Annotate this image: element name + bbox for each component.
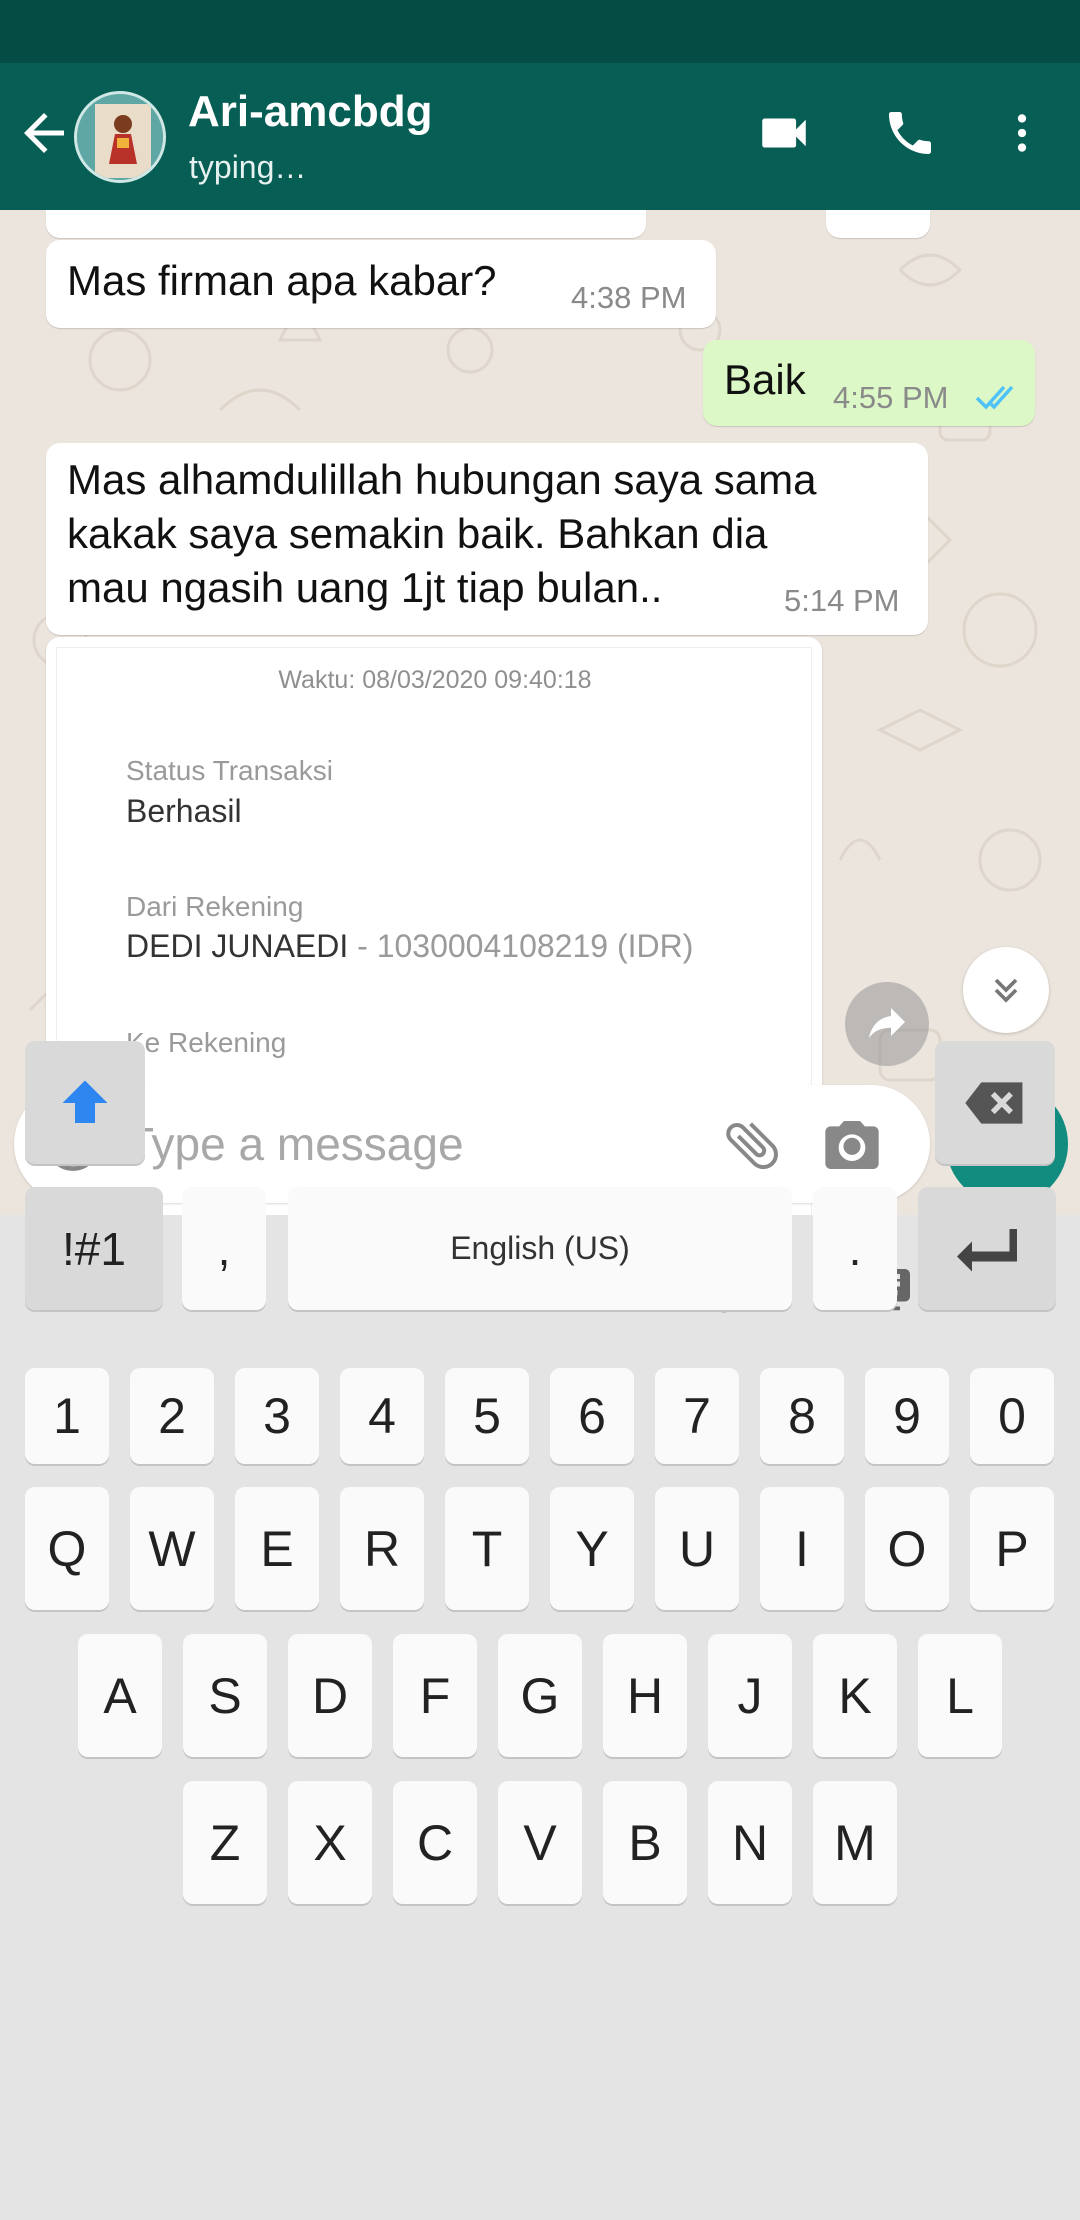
previous-message-bubble[interactable] bbox=[826, 210, 930, 238]
message-text-line: kakak saya semakin baik. Bahkan dia bbox=[67, 510, 768, 557]
receipt-from-name: DEDI JUNAEDI bbox=[126, 928, 349, 964]
chat-area[interactable]: Mas firman apa kabar? 4:38 PM Baik 4:55 … bbox=[0, 210, 1080, 1215]
receipt-status-value: Berhasil bbox=[126, 793, 242, 829]
message-time: 4:38 PM bbox=[571, 280, 687, 315]
key-0[interactable]: 0 bbox=[970, 1368, 1054, 1464]
key-l[interactable]: L bbox=[918, 1634, 1002, 1757]
key-9[interactable]: 9 bbox=[865, 1368, 949, 1464]
message-bubble-incoming[interactable]: Mas firman apa kabar? 4:38 PM bbox=[46, 240, 716, 328]
key-k[interactable]: K bbox=[813, 1634, 897, 1757]
key-5[interactable]: 5 bbox=[445, 1368, 529, 1464]
scroll-down-icon[interactable] bbox=[963, 947, 1049, 1033]
message-text: Baik bbox=[724, 356, 806, 403]
key-1[interactable]: 1 bbox=[25, 1368, 109, 1464]
key-y[interactable]: Y bbox=[550, 1487, 634, 1610]
key-x[interactable]: X bbox=[288, 1781, 372, 1904]
status-bar bbox=[0, 0, 1080, 63]
backspace-icon[interactable] bbox=[935, 1041, 1055, 1164]
video-call-icon[interactable] bbox=[752, 101, 816, 165]
key-3[interactable]: 3 bbox=[235, 1368, 319, 1464]
key-t[interactable]: T bbox=[445, 1487, 529, 1610]
receipt-from-label: Dari Rekening bbox=[126, 891, 304, 922]
enter-icon[interactable] bbox=[918, 1187, 1056, 1310]
key-o[interactable]: O bbox=[865, 1487, 949, 1610]
key-h[interactable]: H bbox=[603, 1634, 687, 1757]
space-key[interactable]: English (US) bbox=[288, 1187, 792, 1310]
back-arrow-icon[interactable] bbox=[14, 103, 74, 163]
key-w[interactable]: W bbox=[130, 1487, 214, 1610]
message-text-line: mau ngasih uang 1jt tiap bulan.. bbox=[67, 564, 663, 611]
key-8[interactable]: 8 bbox=[760, 1368, 844, 1464]
message-time: 5:14 PM bbox=[784, 583, 900, 618]
contact-status: typing… bbox=[189, 149, 307, 185]
message-text: Mas firman apa kabar? bbox=[67, 257, 497, 304]
camera-icon[interactable] bbox=[820, 1113, 884, 1177]
previous-message-bubble[interactable] bbox=[46, 210, 646, 238]
receipt-timestamp: Waktu: 08/03/2020 09:40:18 bbox=[278, 666, 592, 694]
key-4[interactable]: 4 bbox=[340, 1368, 424, 1464]
forward-icon[interactable] bbox=[845, 982, 929, 1066]
receipt-to-label: Ke Rekening bbox=[126, 1027, 287, 1058]
key-j[interactable]: J bbox=[708, 1634, 792, 1757]
key-i[interactable]: I bbox=[760, 1487, 844, 1610]
key-p[interactable]: P bbox=[970, 1487, 1054, 1610]
key-m[interactable]: M bbox=[813, 1781, 897, 1904]
key-f[interactable]: F bbox=[393, 1634, 477, 1757]
receipt-from-value: DEDI JUNAEDI - 1030004108219 (IDR) bbox=[126, 928, 693, 965]
message-input-container[interactable] bbox=[14, 1085, 930, 1203]
key-a[interactable]: A bbox=[78, 1634, 162, 1757]
key-2[interactable]: 2 bbox=[130, 1368, 214, 1464]
receipt-status-label: Status Transaksi bbox=[126, 755, 333, 786]
key-g[interactable]: G bbox=[498, 1634, 582, 1757]
key-z[interactable]: Z bbox=[183, 1781, 267, 1904]
avatar[interactable] bbox=[74, 91, 166, 183]
message-input[interactable] bbox=[126, 1107, 686, 1181]
key-s[interactable]: S bbox=[183, 1634, 267, 1757]
more-vert-icon[interactable] bbox=[990, 101, 1054, 165]
key-u[interactable]: U bbox=[655, 1487, 739, 1610]
message-time: 4:55 PM bbox=[833, 380, 949, 415]
key-d[interactable]: D bbox=[288, 1634, 372, 1757]
key-v[interactable]: V bbox=[498, 1781, 582, 1904]
soft-keyboard: !#1 , English (US) . 1234567890 QWERTYUIO… bbox=[0, 1041, 1080, 2220]
shift-icon[interactable] bbox=[25, 1041, 145, 1164]
key-e[interactable]: E bbox=[235, 1487, 319, 1610]
period-key[interactable]: . bbox=[813, 1187, 897, 1310]
receipt-from-account: - 1030004108219 (IDR) bbox=[348, 928, 694, 964]
key-q[interactable]: Q bbox=[25, 1487, 109, 1610]
contact-name[interactable]: Ari-amcbdg bbox=[188, 87, 432, 137]
chat-header: Ari-amcbdg typing… bbox=[0, 63, 1080, 210]
symbols-key[interactable]: !#1 bbox=[25, 1187, 163, 1310]
message-bubble-incoming[interactable]: Mas alhamdulillah hubungan saya sama kak… bbox=[46, 443, 928, 635]
key-7[interactable]: 7 bbox=[655, 1368, 739, 1464]
read-ticks-icon bbox=[973, 378, 1019, 414]
key-r[interactable]: R bbox=[340, 1487, 424, 1610]
comma-key[interactable]: , bbox=[182, 1187, 266, 1310]
key-6[interactable]: 6 bbox=[550, 1368, 634, 1464]
key-c[interactable]: C bbox=[393, 1781, 477, 1904]
attach-icon[interactable] bbox=[720, 1113, 784, 1177]
key-b[interactable]: B bbox=[603, 1781, 687, 1904]
message-bubble-outgoing[interactable]: Baik 4:55 PM bbox=[703, 340, 1035, 426]
key-n[interactable]: N bbox=[708, 1781, 792, 1904]
phone-icon[interactable] bbox=[878, 101, 942, 165]
message-text-line: Mas alhamdulillah hubungan saya sama bbox=[67, 456, 817, 503]
